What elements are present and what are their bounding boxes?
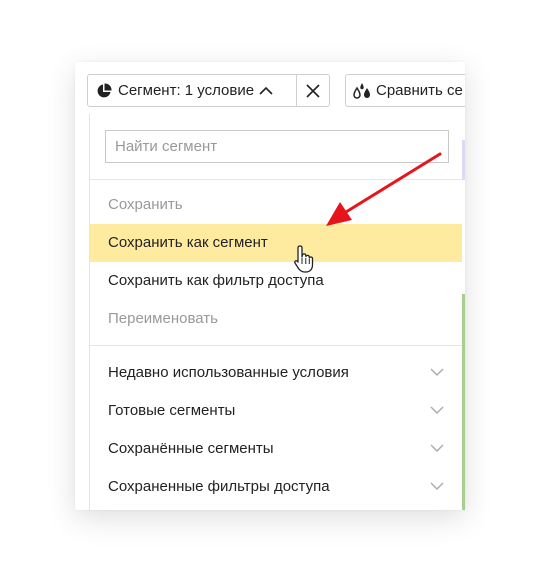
group-ready-segments[interactable]: Готовые сегменты [90,391,462,429]
annotation-arrow-icon [326,152,442,226]
compare-segments-label: Сравнить се [376,82,463,99]
segment-panel: Сегмент: 1 условие Сравнить се Сохранить… [75,62,465,510]
drops-icon [352,82,372,100]
hand-cursor-icon [294,245,314,273]
group-recent-conditions[interactable]: Недавно использованные условия [90,353,462,391]
clear-segment-button[interactable] [296,74,330,107]
background-chart-strip [462,294,465,510]
segment-dropdown-button[interactable]: Сегмент: 1 условие [87,74,297,107]
segment-groups: Недавно использованные условия Готовые с… [90,346,462,505]
chevron-up-icon [259,86,273,95]
segment-dropdown-label: Сегмент: 1 условие [118,82,255,99]
chevron-down-icon [430,406,444,414]
group-label: Сохраненные фильтры доступа [108,477,330,495]
group-label: Недавно использованные условия [108,363,349,381]
compare-segments-button[interactable]: Сравнить се [345,74,465,107]
group-label: Сохранённые сегменты [108,439,274,457]
close-icon [306,83,320,98]
menu-item-rename[interactable]: Переименовать [90,300,462,338]
group-label: Готовые сегменты [108,401,236,419]
group-saved-segments[interactable]: Сохранённые сегменты [90,429,462,467]
chevron-down-icon [430,482,444,490]
menu-item-save-as-access-filter[interactable]: Сохранить как фильтр доступа [90,262,462,300]
chevron-down-icon [430,368,444,376]
chevron-down-icon [430,444,444,452]
pie-chart-icon [96,82,112,99]
group-saved-access-filters[interactable]: Сохраненные фильтры доступа [90,467,462,505]
